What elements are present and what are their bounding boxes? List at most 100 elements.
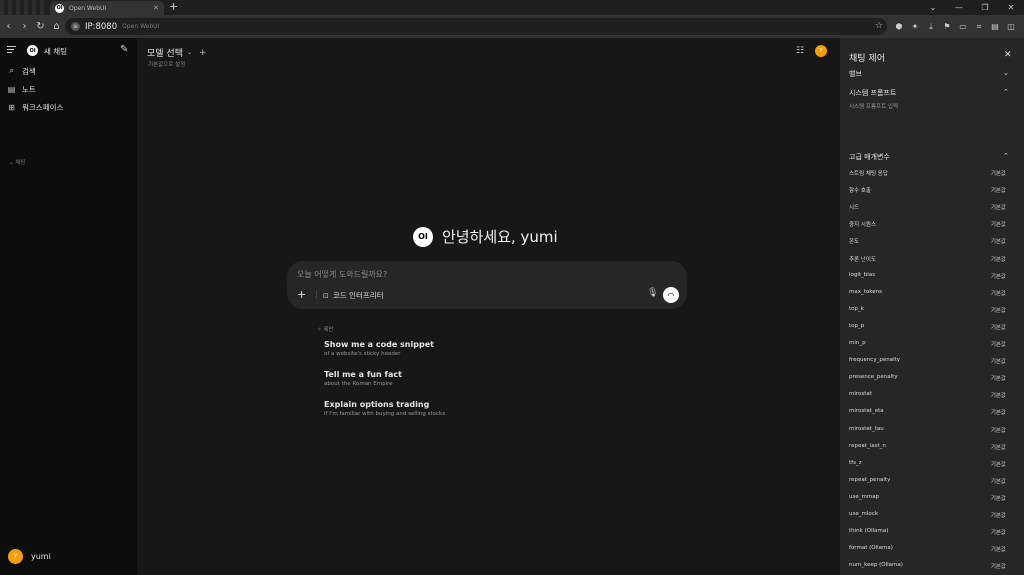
param-value-toggle[interactable]: 기본값	[991, 186, 1006, 194]
param-row[interactable]: presence_penalty 기본값	[849, 374, 1006, 382]
suggestion-item[interactable]: Explain options trading if I'm familiar …	[324, 400, 445, 417]
attach-button[interactable]: +	[297, 288, 306, 301]
param-value-toggle[interactable]: 기본값	[991, 511, 1006, 519]
param-row[interactable]: repeat_penalty 기본값	[849, 477, 1006, 485]
chevron-down-icon[interactable]: ⌄	[1003, 69, 1009, 77]
flag-icon[interactable]: ⚑	[941, 21, 953, 33]
param-value-toggle[interactable]: 기본값	[991, 494, 1006, 502]
back-icon[interactable]: ‹	[1, 15, 16, 38]
sidepanel-icon[interactable]: ◫	[1005, 21, 1017, 33]
microphone-icon[interactable]: 🎙	[647, 288, 658, 298]
sidebar-item-notes[interactable]: ▤ 노트	[7, 83, 36, 95]
tab-close-icon[interactable]: ✕	[153, 4, 159, 12]
user-menu[interactable]: Y yumi	[8, 549, 51, 564]
reload-icon[interactable]: ↻	[33, 15, 48, 38]
param-row[interactable]: top_p 기본값	[849, 323, 1006, 331]
param-row[interactable]: 함수 호출 기본값	[849, 186, 1006, 194]
param-value-toggle[interactable]: 기본값	[991, 528, 1006, 536]
inactive-tab[interactable]	[0, 0, 48, 15]
param-row[interactable]: repeat_last_n 기본값	[849, 443, 1006, 451]
param-value-toggle[interactable]: 기본값	[991, 220, 1006, 228]
param-row[interactable]: use_mmap 기본값	[849, 494, 1006, 502]
url-input[interactable]: ≡ IP:8080 Open WebUI ☆	[65, 18, 887, 35]
param-value-toggle[interactable]: 기본값	[991, 374, 1006, 382]
active-tab[interactable]: OI Open WebUI ✕	[50, 1, 164, 15]
suggestion-item[interactable]: Show me a code snippet of a website's st…	[324, 340, 434, 357]
param-value-toggle[interactable]: 기본값	[991, 289, 1006, 297]
param-row[interactable]: think (Ollama) 기본값	[849, 528, 1006, 536]
param-row[interactable]: mirostat_tau 기본값	[849, 426, 1006, 434]
site-info-icon[interactable]: ≡	[71, 22, 80, 31]
system-prompt-input[interactable]: 시스템 프롬프트 입력	[849, 102, 898, 110]
chevron-up-icon[interactable]: ⌃	[1003, 88, 1009, 96]
minimize-icon[interactable]: —	[946, 0, 972, 15]
forward-icon[interactable]: ›	[17, 15, 32, 38]
bookmark-star-icon[interactable]: ☆	[875, 21, 883, 31]
param-row[interactable]: min_p 기본값	[849, 340, 1006, 348]
chat-section-toggle[interactable]: ⌄ 채팅	[9, 158, 25, 166]
advanced-params-section[interactable]: 고급 매개변수	[849, 152, 890, 162]
home-icon[interactable]: ⌂	[49, 15, 64, 38]
compose-icon[interactable]: ✎	[120, 44, 128, 55]
download-icon[interactable]: ⤓	[925, 21, 937, 33]
param-value-toggle[interactable]: 기본값	[991, 426, 1006, 434]
param-value-toggle[interactable]: 기본값	[991, 460, 1006, 468]
param-value-toggle[interactable]: 기본값	[991, 203, 1006, 211]
sidebar-toggle-icon[interactable]	[7, 46, 16, 55]
param-value-toggle[interactable]: 기본값	[991, 169, 1006, 177]
param-value-toggle[interactable]: 기본값	[991, 255, 1006, 263]
param-row[interactable]: 중지 시퀀스 기본값	[849, 220, 1006, 228]
camera-icon[interactable]: ▭	[957, 21, 969, 33]
chevron-up-icon[interactable]: ⌃	[1003, 152, 1009, 160]
param-value-toggle[interactable]: 기본값	[991, 340, 1006, 348]
param-row[interactable]: top_k 기본값	[849, 306, 1006, 314]
param-value-toggle[interactable]: 기본값	[991, 562, 1006, 570]
tabs-icon[interactable]: ▤	[989, 21, 1001, 33]
param-value-toggle[interactable]: 기본값	[991, 408, 1006, 416]
tab-search-icon[interactable]: ⌄	[920, 0, 946, 15]
extensions-puzzle-icon[interactable]: ✦	[909, 21, 921, 33]
param-value-toggle[interactable]: 기본값	[991, 323, 1006, 331]
param-row[interactable]: 스트림 채팅 응답 기본값	[849, 169, 1006, 177]
new-chat-button[interactable]: 새 채팅	[44, 46, 67, 57]
suggestion-item[interactable]: Tell me a fun fact about the Roman Empir…	[324, 370, 402, 387]
param-value-toggle[interactable]: 기본값	[991, 443, 1006, 451]
param-value-toggle[interactable]: 기본값	[991, 306, 1006, 314]
param-row[interactable]: mirostat 기본값	[849, 391, 1006, 399]
param-value-toggle[interactable]: 기본값	[991, 545, 1006, 553]
window-close-icon[interactable]: ✕	[998, 0, 1024, 15]
param-row[interactable]: max_tokens 기본값	[849, 289, 1006, 297]
sidebar-item-workspace[interactable]: ⊞ 워크스페이스	[7, 101, 63, 113]
param-row[interactable]: frequency_penalty 기본값	[849, 357, 1006, 365]
message-input[interactable]: 오늘 어떻게 도와드릴까요?	[297, 269, 387, 280]
set-default-link[interactable]: 기본값으로 설정	[148, 60, 185, 68]
param-row[interactable]: logit_bias 기본값	[849, 272, 1006, 280]
param-value-toggle[interactable]: 기본값	[991, 237, 1006, 245]
screenshot-icon[interactable]: ⌗	[973, 21, 985, 33]
param-value-toggle[interactable]: 기본값	[991, 391, 1006, 399]
param-value-toggle[interactable]: 기본값	[991, 357, 1006, 365]
param-row[interactable]: use_mlock 기본값	[849, 511, 1006, 519]
model-selector[interactable]: 모델 선택 ⌄ +	[147, 46, 207, 60]
close-icon[interactable]: ✕	[1004, 50, 1012, 60]
param-row[interactable]: mirostat_eta 기본값	[849, 408, 1006, 416]
param-value-toggle[interactable]: 기본값	[991, 272, 1006, 280]
avatar[interactable]: Y	[815, 45, 827, 57]
param-row[interactable]: tfs_z 기본값	[849, 460, 1006, 468]
controls-toggle-icon[interactable]: ☷	[796, 46, 804, 56]
param-row[interactable]: 시드 기본값	[849, 203, 1006, 211]
restore-icon[interactable]: ❐	[972, 0, 998, 15]
param-value-toggle[interactable]: 기본값	[991, 477, 1006, 485]
code-interpreter-button[interactable]: ⊡ 코드 인터프리터	[323, 290, 384, 301]
param-row[interactable]: num_keep (Ollama) 기본값	[849, 562, 1006, 570]
add-model-button[interactable]: +	[199, 48, 207, 58]
system-prompt-section[interactable]: 시스템 프롬프트	[849, 88, 896, 98]
sidebar-item-search[interactable]: ⌕ 검색	[7, 65, 36, 77]
param-row[interactable]: format (Ollama) 기본값	[849, 545, 1006, 553]
extension-icon[interactable]: ⬢	[893, 21, 905, 33]
voice-mode-button[interactable]: ◠	[663, 287, 679, 303]
valves-section[interactable]: 밸브	[849, 69, 862, 79]
new-tab-button[interactable]: +	[169, 0, 178, 15]
param-row[interactable]: 추론 난이도 기본값	[849, 255, 1006, 263]
param-row[interactable]: 온도 기본값	[849, 237, 1006, 245]
